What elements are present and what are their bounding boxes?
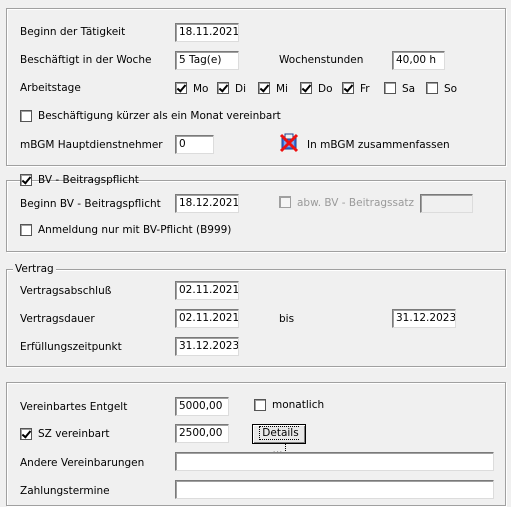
day-checkbox-sa[interactable] xyxy=(384,82,396,94)
mbgm-zusammen-label: In mBGM zusammenfassen xyxy=(307,139,450,151)
beschaeftigt-field[interactable]: 5 Tag(e) xyxy=(175,51,239,70)
dauer-label: Vertragsdauer xyxy=(20,313,95,325)
anmeldung-label[interactable]: Anmeldung nur mit BV-Pflicht (B999) xyxy=(38,223,231,237)
kurzer-label[interactable]: Beschäftigung kürzer als ein Monat verei… xyxy=(38,109,281,123)
abschluss-label: Vertragsabschluß xyxy=(20,285,112,297)
day-checkbox-di[interactable] xyxy=(217,82,229,94)
day-label-fr[interactable]: Fr xyxy=(360,82,370,96)
monatlich-checkbox[interactable] xyxy=(254,399,266,411)
arbeitstage-label: Arbeitstage xyxy=(20,82,81,94)
anmeldung-checkbox[interactable] xyxy=(20,224,32,236)
sz-label[interactable]: SZ vereinbart xyxy=(38,427,110,441)
day-checkbox-mo[interactable] xyxy=(175,82,187,94)
day-checkbox-fr[interactable] xyxy=(342,82,354,94)
vereinbart-label: Vereinbartes Entgelt xyxy=(20,401,128,413)
dauer-bis-field[interactable]: 31.12.2023 xyxy=(392,309,456,328)
beginn-field[interactable]: 18.11.2021 xyxy=(175,23,239,42)
day-checkbox-do[interactable] xyxy=(300,82,312,94)
bv-checkbox[interactable] xyxy=(20,174,32,186)
bv-group xyxy=(6,180,506,252)
abw-checkbox[interactable] xyxy=(279,196,291,208)
day-label-do[interactable]: Do xyxy=(318,82,333,96)
andere-field[interactable] xyxy=(175,452,494,471)
abschluss-field[interactable]: 02.11.2021 xyxy=(175,281,239,300)
erfuellung-label: Erfüllungszeitpunkt xyxy=(20,341,122,353)
day-label-mi[interactable]: Mi xyxy=(276,82,288,96)
zahlung-field[interactable] xyxy=(175,480,494,499)
sz-field[interactable]: 2500,00 xyxy=(175,424,229,443)
kurzer-checkbox[interactable] xyxy=(20,110,32,122)
day-label-so[interactable]: So xyxy=(444,82,457,96)
beschaeftigt-label: Beschäftigt in der Woche xyxy=(20,54,152,66)
abw-field[interactable] xyxy=(420,194,473,213)
day-label-sa[interactable]: Sa xyxy=(402,82,415,96)
monatlich-label[interactable]: monatlich xyxy=(272,398,324,412)
sz-checkbox[interactable] xyxy=(20,428,32,440)
vertrag-group-title: Vertrag xyxy=(13,262,56,276)
abw-label[interactable]: abw. BV - Beitragssatz xyxy=(297,196,414,210)
zahlung-label: Zahlungstermine xyxy=(20,485,110,497)
day-label-di[interactable]: Di xyxy=(235,82,246,96)
day-checkbox-mi[interactable] xyxy=(258,82,270,94)
dauer-von-field[interactable]: 02.11.2021 xyxy=(175,309,239,328)
bv-beginn-label: Beginn BV - Beitragspflicht xyxy=(20,198,161,210)
erfuellung-field[interactable]: 31.12.2023 xyxy=(175,337,239,356)
mbgm-label: mBGM Hauptdienstnehmer xyxy=(20,139,163,151)
beginn-label: Beginn der Tätigkeit xyxy=(20,26,126,38)
details-button[interactable]: Details ... xyxy=(252,424,306,457)
merge-blocked-icon[interactable] xyxy=(279,133,299,153)
vereinbart-field[interactable]: 5000,00 xyxy=(175,397,229,416)
andere-label: Andere Vereinbarungen xyxy=(20,457,145,469)
mbgm-field[interactable]: 0 xyxy=(175,135,214,154)
bv-title-label[interactable]: BV - Beitragspflicht xyxy=(38,173,139,187)
bis-label: bis xyxy=(279,313,295,325)
wochenstunden-label: Wochenstunden xyxy=(279,54,364,66)
bv-beginn-field[interactable]: 18.12.2021 xyxy=(175,194,239,213)
day-checkbox-so[interactable] xyxy=(426,82,438,94)
day-label-mo[interactable]: Mo xyxy=(193,82,208,96)
wochenstunden-field[interactable]: 40,00 h xyxy=(392,51,445,70)
